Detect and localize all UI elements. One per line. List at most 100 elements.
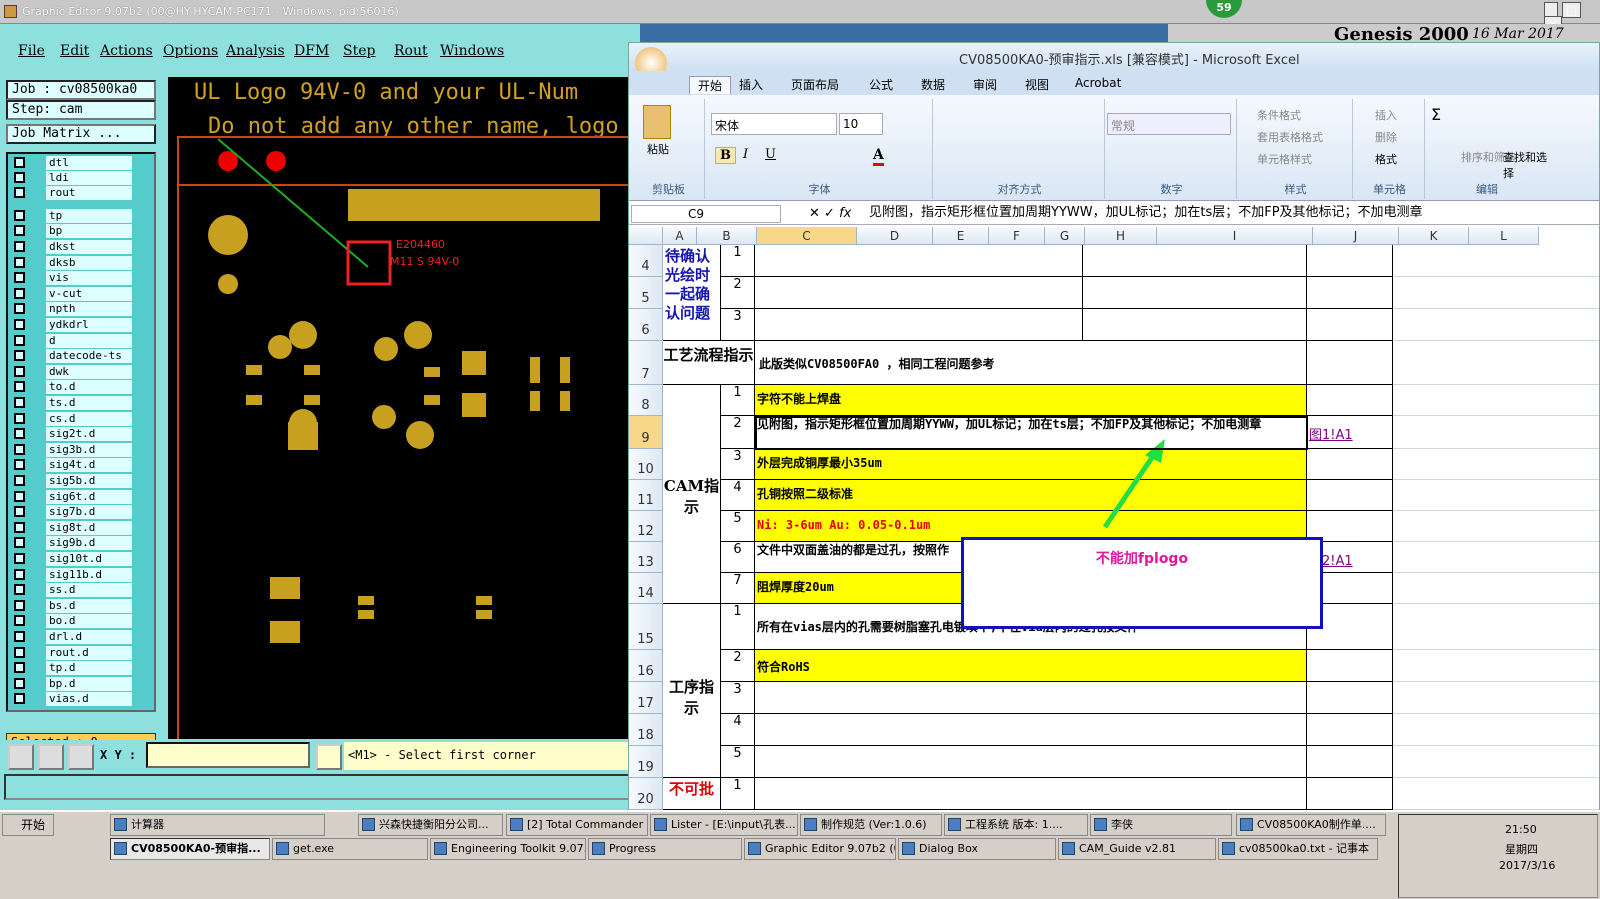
number-format-select[interactable]: 常规 xyxy=(1107,113,1231,135)
merged-a-cam[interactable]: CAM指示 xyxy=(663,385,721,604)
row-header[interactable]: 13 xyxy=(629,542,663,573)
excel-titlebar[interactable]: CV08500KA0-预审指示.xls [兼容模式] - Microsoft E… xyxy=(629,43,1599,79)
font-color-button[interactable]: A xyxy=(873,147,884,166)
taskbar-item[interactable]: CV08500KA0-预审指... xyxy=(110,838,270,860)
cam-instruction[interactable]: 外层完成铜厚最小35um xyxy=(755,449,1307,480)
b-cell[interactable]: 5 xyxy=(721,511,755,542)
layer-name[interactable]: bp xyxy=(46,224,132,239)
j-cell[interactable] xyxy=(1307,341,1393,385)
j-cell[interactable] xyxy=(1307,245,1393,277)
layer-row[interactable]: dwk xyxy=(12,364,132,379)
layer-checkbox[interactable] xyxy=(14,443,25,455)
layer-name[interactable]: to.d xyxy=(46,380,132,395)
layer-checkbox[interactable] xyxy=(14,381,25,393)
job-matrix-button[interactable]: Job Matrix ... xyxy=(6,124,156,144)
layer-name[interactable]: cs.d xyxy=(46,411,132,426)
warning-icon[interactable] xyxy=(316,744,342,770)
tab-data[interactable]: 数据 xyxy=(921,76,945,93)
layer-row[interactable]: sig10t.d xyxy=(12,552,132,566)
layer-name[interactable]: v-cut xyxy=(46,286,132,301)
j-cell[interactable] xyxy=(1307,714,1393,746)
row-header[interactable]: 8 xyxy=(629,385,663,416)
merged-a-top[interactable]: 待确认光绘时一起确认问题 xyxy=(663,245,721,341)
column-header[interactable]: L xyxy=(1469,227,1539,245)
taskbar-item[interactable]: cv08500ka0.txt - 记事本 xyxy=(1218,838,1378,860)
layer-name[interactable]: sig7b.d xyxy=(46,505,132,520)
tab-insert[interactable]: 插入 xyxy=(739,76,763,93)
row-header[interactable]: 5 xyxy=(629,277,663,309)
taskbar-item[interactable]: Lister - [E:\input\孔表... xyxy=(650,814,798,836)
taskbar-item[interactable]: CAM_Guide v2.81 xyxy=(1058,838,1216,860)
format-cells-button[interactable]: 格式 xyxy=(1375,151,1397,167)
taskbar-item[interactable]: Dialog Box xyxy=(898,838,1056,860)
layer-name[interactable]: ss.d xyxy=(46,583,132,598)
layer-row[interactable]: rout.d xyxy=(12,645,132,660)
layer-name[interactable]: bs.d xyxy=(46,598,132,613)
layer-row[interactable]: v-cut xyxy=(12,286,132,301)
paste-icon[interactable] xyxy=(643,105,671,139)
tab-view[interactable]: 视图 xyxy=(1025,76,1049,93)
cam-instruction[interactable]: 字符不能上焊盘 xyxy=(755,385,1307,416)
layer-name[interactable]: dwk xyxy=(46,364,132,379)
window-controls[interactable]: _ □ × xyxy=(1544,2,1596,32)
row-header[interactable]: 9 xyxy=(629,416,663,449)
layer-name[interactable]: d xyxy=(46,333,132,348)
taskbar-item[interactable]: CV08500KA0制作单.... xyxy=(1236,814,1386,836)
merged-a-proc[interactable]: 工序指示 xyxy=(663,604,721,778)
menu-rout[interactable]: Rout xyxy=(394,43,428,59)
row-header[interactable]: 20 xyxy=(629,778,663,810)
annotation-textbox[interactable]: 不能加fplogo xyxy=(961,537,1323,629)
table-format-button[interactable]: 套用表格格式 xyxy=(1257,129,1323,145)
cancel-enter-icon[interactable]: ✕ ✓ fx xyxy=(809,206,851,221)
process-instruction[interactable] xyxy=(755,714,1307,746)
row-header[interactable]: 12 xyxy=(629,511,663,542)
process-instruction[interactable] xyxy=(755,746,1307,778)
layer-checkbox[interactable] xyxy=(14,272,25,284)
b-cell[interactable]: 4 xyxy=(721,714,755,746)
paste-label[interactable]: 粘贴 xyxy=(647,141,669,157)
tab-home[interactable]: 开始 xyxy=(689,76,732,94)
c-cell[interactable] xyxy=(755,245,1083,277)
row-header[interactable]: 4 xyxy=(629,245,663,277)
h-cell[interactable] xyxy=(1083,309,1307,341)
layer-name[interactable]: bo.d xyxy=(46,614,132,629)
tab-formulas[interactable]: 公式 xyxy=(869,76,893,93)
row-header[interactable]: 19 xyxy=(629,746,663,778)
layer-row[interactable]: ts.d xyxy=(12,396,132,410)
layer-name[interactable]: ldi xyxy=(46,171,132,185)
menu-file[interactable]: File xyxy=(18,43,45,59)
j-cell[interactable] xyxy=(1307,385,1393,416)
b-cell[interactable]: 3 xyxy=(721,309,755,341)
b-cell[interactable]: 1 xyxy=(721,778,755,810)
j-cell[interactable] xyxy=(1307,778,1393,810)
row-header[interactable]: 11 xyxy=(629,480,663,511)
j-cell[interactable] xyxy=(1307,682,1393,714)
layer-checkbox[interactable] xyxy=(14,553,25,564)
layer-row[interactable]: npth xyxy=(12,302,132,317)
row-header[interactable]: 10 xyxy=(629,449,663,480)
layer-row[interactable]: sig6t.d xyxy=(12,489,132,504)
column-header[interactable]: E xyxy=(933,227,989,245)
sum-icon[interactable]: Σ xyxy=(1431,105,1441,124)
layer-checkbox[interactable] xyxy=(14,428,25,440)
layer-checkbox[interactable] xyxy=(14,225,25,237)
layer-row[interactable]: ldi xyxy=(12,171,132,185)
taskbar-item[interactable]: Progress xyxy=(588,838,742,860)
b-cell[interactable]: 5 xyxy=(721,746,755,778)
layer-name[interactable]: tp xyxy=(46,208,132,223)
layer-name[interactable]: bp.d xyxy=(46,676,132,691)
layer-row[interactable]: ss.d xyxy=(12,583,132,598)
clock-time[interactable]: 21:50 xyxy=(1505,823,1537,836)
layer-name[interactable]: ydkdrl xyxy=(46,318,132,332)
layer-name[interactable]: dtl xyxy=(46,156,132,170)
font-name-select[interactable]: 宋体 xyxy=(711,113,837,135)
taskbar-item[interactable]: [2] Total Commander ... xyxy=(506,814,648,836)
layer-name[interactable]: sig8t.d xyxy=(46,520,132,535)
taskbar-item[interactable]: 工程系统 版本: 1.... xyxy=(944,814,1088,836)
layer-checkbox[interactable] xyxy=(14,662,25,674)
flow-text[interactable]: 此版类似CV08500FA0 ，相同工程问题参考 xyxy=(721,341,1307,385)
b-cell[interactable]: 2 xyxy=(721,650,755,682)
layer-name[interactable]: sig11b.d xyxy=(46,567,132,582)
layer-row[interactable]: bp.d xyxy=(12,676,132,691)
cell-style-button[interactable]: 单元格样式 xyxy=(1257,151,1312,167)
